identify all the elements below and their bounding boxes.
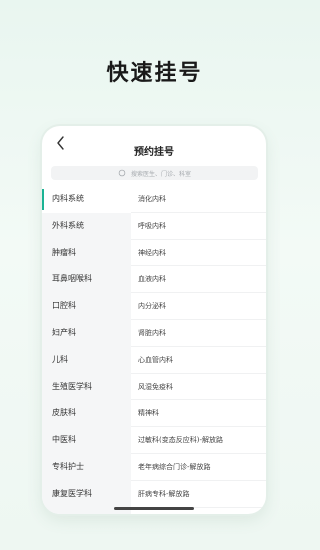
home-indicator (114, 507, 194, 510)
list-item-sub-department[interactable]: 血液内科 (131, 266, 266, 294)
sidebar-item-department[interactable]: 生殖医学科 (42, 374, 131, 401)
sidebar-item-department[interactable]: 专科护士 (42, 454, 131, 481)
sidebar-item-department[interactable]: 内科系统 (42, 186, 131, 213)
search-input[interactable]: 搜索医生、门诊、科室 (51, 166, 258, 180)
navbar: 预约挂号 (42, 126, 266, 162)
list-item-sub-department[interactable]: 精神科 (131, 400, 266, 428)
sidebar-item-department[interactable]: 皮肤科 (42, 400, 131, 427)
sidebar-item-department[interactable]: 外科系统 (42, 213, 131, 240)
list-item-sub-department[interactable]: 肾脏内科 (131, 320, 266, 347)
list-item-sub-department[interactable]: 神经内科 (131, 240, 266, 267)
search-placeholder: 搜索医生、门诊、科室 (130, 170, 191, 178)
sidebar-item-department[interactable]: 康复医学科 (42, 481, 131, 508)
phone-mockup: 预约挂号 搜索医生、门诊、科室 内科系统 外科系统 肿瘤科 耳鼻咽喉科 口腔科 妇产科 儿科… (42, 126, 266, 514)
list-item-sub-department[interactable]: 过敏科(变态反应科)-解放路 (131, 427, 266, 454)
page-title: 预约挂号 (134, 147, 174, 158)
hero-title: 快速挂号 (106, 61, 203, 86)
list-item-sub-department[interactable]: 心血管内科 (131, 347, 266, 374)
list-item-sub-department[interactable]: 老年病综合门诊-解放路 (131, 454, 266, 481)
list-item-sub-department[interactable]: 内分泌科 (131, 293, 266, 320)
department-picker: 内科系统 外科系统 肿瘤科 耳鼻咽喉科 口腔科 妇产科 儿科 生殖医学科 皮肤科 中医科 专科护士康… (42, 186, 266, 514)
sidebar-item-department[interactable]: 耳鼻咽喉科 (42, 266, 131, 293)
sidebar-item-department[interactable]: 妇产科 (42, 320, 131, 347)
list-item-sub-department[interactable]: 风湿免疫科 (131, 374, 266, 401)
sidebar-item-department[interactable]: 儿科 (42, 347, 131, 374)
list-item-sub-department[interactable]: 呼吸内科 (131, 213, 266, 240)
sidebar-item-department[interactable]: 口腔科 (42, 293, 131, 320)
department-sidebar: 内科系统 外科系统 肿瘤科 耳鼻咽喉科 口腔科 妇产科 儿科 生殖医学科 皮肤科 中医科 专科护士康… (42, 186, 131, 514)
sidebar-item-department[interactable]: 肿瘤科 (42, 240, 131, 267)
list-item-sub-department[interactable]: 肝病专科-解放路 (131, 481, 266, 508)
sidebar-item-department[interactable]: 中医科 (42, 427, 131, 454)
sub-department-list: 消化内科 呼吸内科 神经内科 血液内科 内分泌科 肾脏内科 心血管内科 风湿免疫科 精神科 过敏科… (131, 186, 266, 514)
search-icon (118, 169, 126, 177)
list-item-sub-department[interactable]: 消化内科 (131, 186, 266, 213)
